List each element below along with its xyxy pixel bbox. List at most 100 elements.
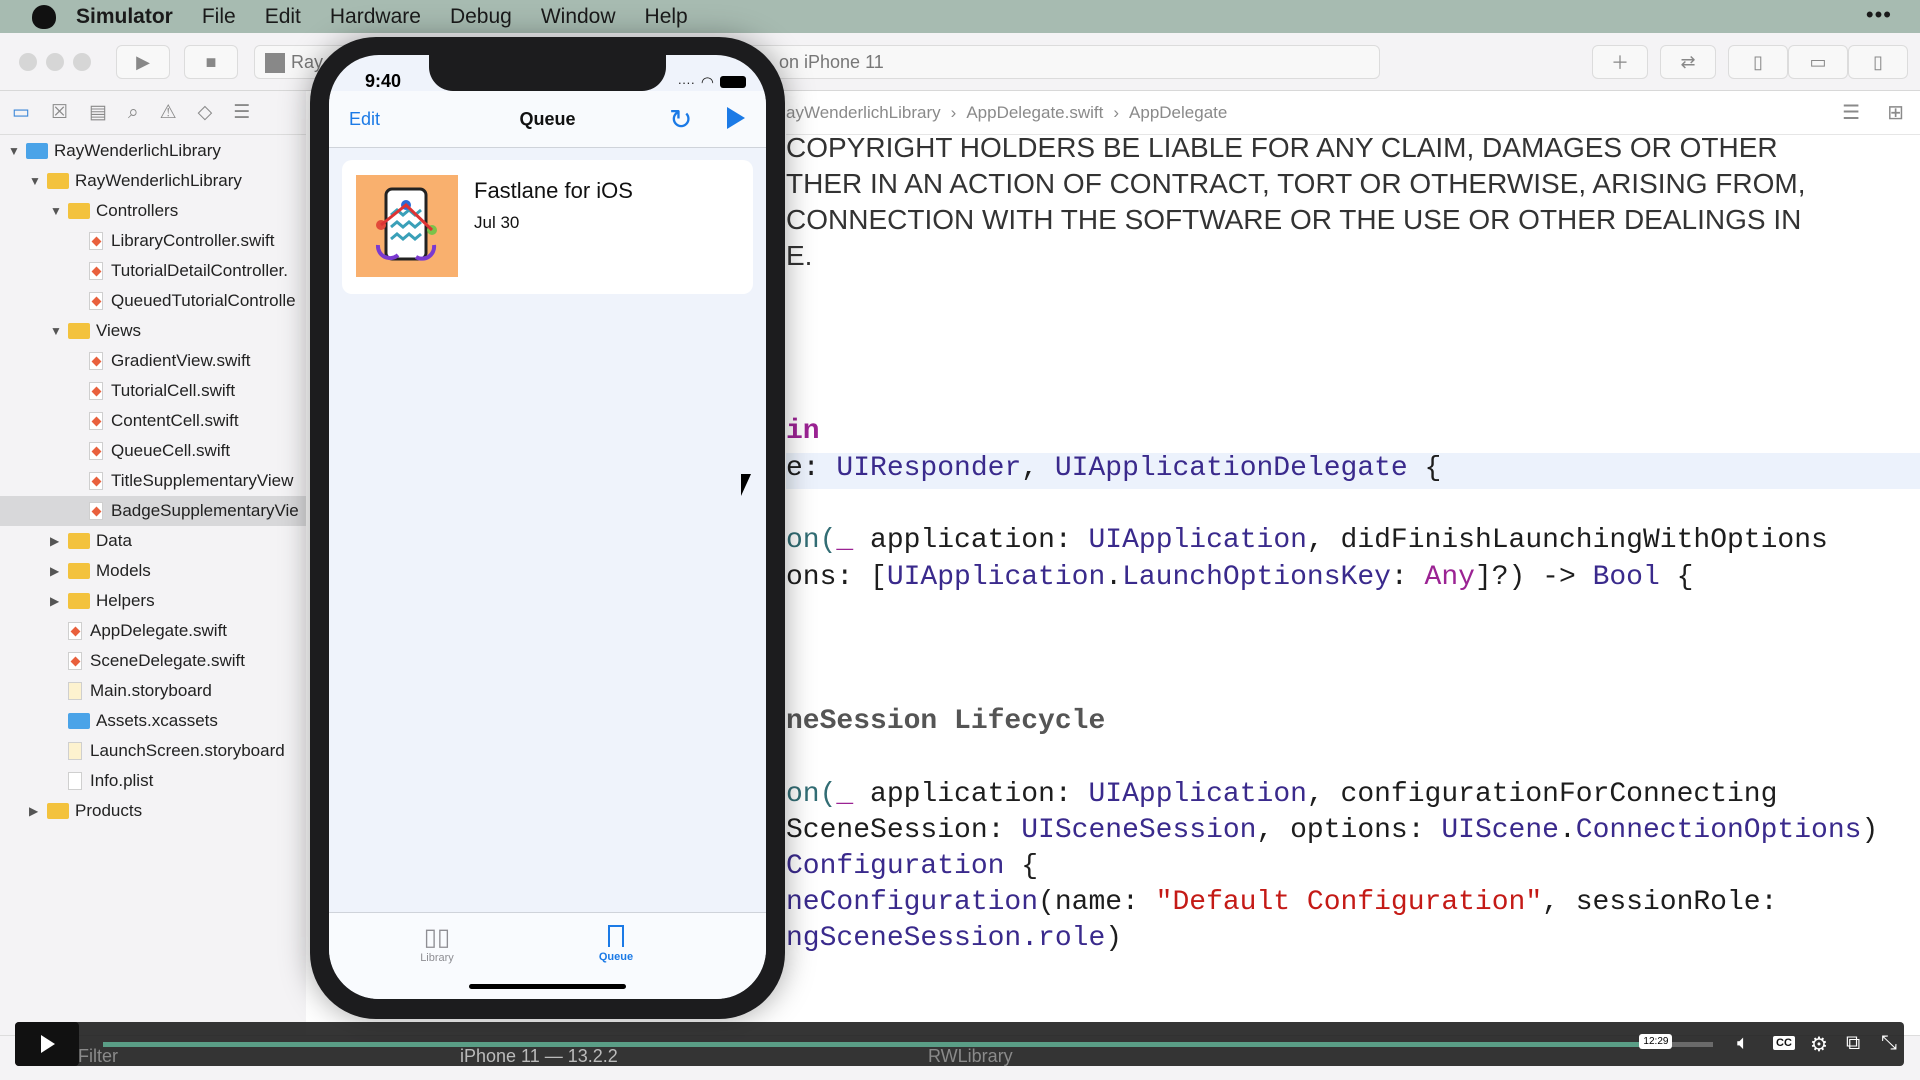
navigator-item-label: Products: [75, 801, 143, 820]
tutorial-title: Fastlane for iOS: [474, 178, 633, 203]
video-play-button[interactable]: [15, 1022, 79, 1066]
refresh-icon[interactable]: ↻: [669, 103, 692, 136]
disclosure-closed-icon[interactable]: ▶: [29, 804, 43, 818]
run-button[interactable]: ▶: [116, 45, 170, 79]
swift-file-icon: [68, 652, 82, 670]
toggle-navigator-button[interactable]: ▯: [1728, 45, 1788, 79]
menu-edit[interactable]: Edit: [265, 5, 301, 29]
filter-field[interactable]: Filter: [78, 1046, 118, 1067]
folder-icon: [68, 533, 90, 549]
swift-file-icon: [89, 292, 103, 310]
menu-hardware[interactable]: Hardware: [330, 5, 421, 29]
tab-library[interactable]: ▯▯ Library: [397, 923, 477, 964]
code-line: in: [786, 416, 820, 447]
add-editor-icon[interactable]: ⊞: [1887, 100, 1904, 125]
code-editor[interactable]: COPYRIGHT HOLDERS BE LIABLE FOR ANY CLAI…: [786, 135, 1920, 1035]
stop-button[interactable]: ■: [184, 45, 238, 79]
volume-icon[interactable]: 🔈︎: [1737, 1032, 1749, 1055]
wifi-icon: ◠: [700, 74, 714, 91]
apple-icon[interactable]: [32, 4, 56, 29]
navigator-item[interactable]: ▼ RayWenderlichLibrary: [0, 166, 306, 196]
more-icon[interactable]: •••: [1866, 2, 1892, 28]
navigator-item-label: GradientView.swift: [111, 351, 251, 370]
settings-icon[interactable]: ⚙: [1810, 1032, 1828, 1057]
editor-options-icon[interactable]: ☰: [1842, 100, 1860, 125]
warning-icon[interactable]: ⚠: [160, 101, 177, 124]
plist-file-icon: [68, 772, 82, 790]
navigator-item[interactable]: BadgeSupplementaryVie: [0, 496, 306, 526]
disclosure-open-icon[interactable]: ▼: [50, 324, 64, 338]
navigator-item[interactable]: ▶ Products: [0, 796, 306, 826]
play-icon[interactable]: [727, 107, 745, 129]
navigator-item[interactable]: ▶ Models: [0, 556, 306, 586]
zoom-window-button[interactable]: [73, 53, 91, 71]
breadcrumb-project[interactable]: ayWenderlichLibrary: [786, 103, 941, 123]
minimize-window-button[interactable]: [46, 53, 64, 71]
toggle-inspector-button[interactable]: ▯: [1848, 45, 1908, 79]
navigator-item[interactable]: TutorialDetailController.: [0, 256, 306, 286]
navigator-item-label: RayWenderlichLibrary: [75, 171, 242, 190]
menu-app[interactable]: Simulator: [76, 5, 173, 29]
navigator-item[interactable]: ▶ Data: [0, 526, 306, 556]
navigator-item-label: Controllers: [96, 201, 179, 220]
play-icon: ▶: [136, 51, 150, 72]
navigation-bar: Edit Queue ↻: [329, 91, 766, 148]
pip-icon[interactable]: ⧉: [1846, 1032, 1860, 1055]
navigator-item-label: ContentCell.swift: [111, 411, 239, 430]
disclosure-open-icon[interactable]: ▼: [8, 144, 22, 158]
breadcrumb-class[interactable]: AppDelegate: [1129, 103, 1227, 123]
navigator-item[interactable]: GradientView.swift: [0, 346, 306, 376]
library-button[interactable]: ＋: [1592, 45, 1648, 79]
disclosure-closed-icon[interactable]: ▶: [50, 564, 64, 578]
disclosure-open-icon[interactable]: ▼: [50, 204, 64, 218]
navigator-item[interactable]: SceneDelegate.swift: [0, 646, 306, 676]
navigator-item[interactable]: ▶ Helpers: [0, 586, 306, 616]
menu-help[interactable]: Help: [645, 5, 688, 29]
code-line: THER IN AN ACTION OF CONTRACT, TORT OR O…: [786, 168, 1806, 199]
queue-cell[interactable]: Fastlane for iOS Jul 30: [342, 160, 753, 294]
navigator-item[interactable]: Info.plist: [0, 766, 306, 796]
breadcrumb-file[interactable]: AppDelegate.swift: [966, 103, 1103, 123]
navigator-item[interactable]: LibraryController.swift: [0, 226, 306, 256]
menu-file[interactable]: File: [202, 5, 236, 29]
swift-file-icon: [89, 232, 103, 250]
disclosure-closed-icon[interactable]: ▶: [50, 534, 64, 548]
toggle-debug-button[interactable]: ▭: [1788, 45, 1848, 79]
disclosure-open-icon[interactable]: ▼: [29, 174, 43, 188]
source-control-icon[interactable]: ☒: [51, 101, 68, 124]
menu-debug[interactable]: Debug: [450, 5, 512, 29]
menu-window[interactable]: Window: [541, 5, 616, 29]
folder-icon[interactable]: ▭: [12, 101, 30, 124]
captions-button[interactable]: CC: [1773, 1036, 1795, 1050]
debug-icon[interactable]: ☰: [233, 101, 250, 124]
close-window-button[interactable]: [19, 53, 37, 71]
navigator-item[interactable]: TutorialCell.swift: [0, 376, 306, 406]
project-navigator: ▼ RayWenderlichLibrary ▼ RayWenderlichLibra…: [0, 135, 306, 1035]
navigator-item[interactable]: LaunchScreen.storyboard: [0, 736, 306, 766]
navigator-item[interactable]: QueueCell.swift: [0, 436, 306, 466]
code-line: on(_ application: UIApplication, configu…: [786, 779, 1778, 810]
stop-icon: ■: [205, 51, 217, 72]
tab-queue[interactable]: Queue: [576, 923, 656, 963]
navigator-item[interactable]: ▼ Controllers: [0, 196, 306, 226]
navigator-item[interactable]: ▼ RayWenderlichLibrary: [0, 136, 306, 166]
navigator-item[interactable]: Assets.xcassets: [0, 706, 306, 736]
navigator-item-label: TitleSupplementaryView: [111, 471, 294, 490]
folder-icon: [47, 803, 69, 819]
symbol-icon[interactable]: ▤: [89, 101, 107, 124]
test-icon[interactable]: ◇: [198, 101, 213, 124]
navigator-item[interactable]: AppDelegate.swift: [0, 616, 306, 646]
navigator-item-label: Helpers: [96, 591, 155, 610]
exit-fullscreen-icon[interactable]: ⤡: [1881, 1032, 1897, 1055]
disclosure-closed-icon[interactable]: ▶: [50, 594, 64, 608]
nav-title: Queue: [519, 109, 576, 129]
navigator-item-label: LibraryController.swift: [111, 231, 275, 250]
navigator-item[interactable]: Main.storyboard: [0, 676, 306, 706]
code-review-button[interactable]: ⇄: [1660, 45, 1716, 79]
navigator-item[interactable]: ▼ Views: [0, 316, 306, 346]
video-progress-bar[interactable]: 12:29: [103, 1034, 1713, 1049]
navigator-item[interactable]: ContentCell.swift: [0, 406, 306, 436]
navigator-item[interactable]: TitleSupplementaryView: [0, 466, 306, 496]
navigator-item[interactable]: QueuedTutorialControlle: [0, 286, 306, 316]
search-icon[interactable]: ⌕: [128, 102, 139, 124]
